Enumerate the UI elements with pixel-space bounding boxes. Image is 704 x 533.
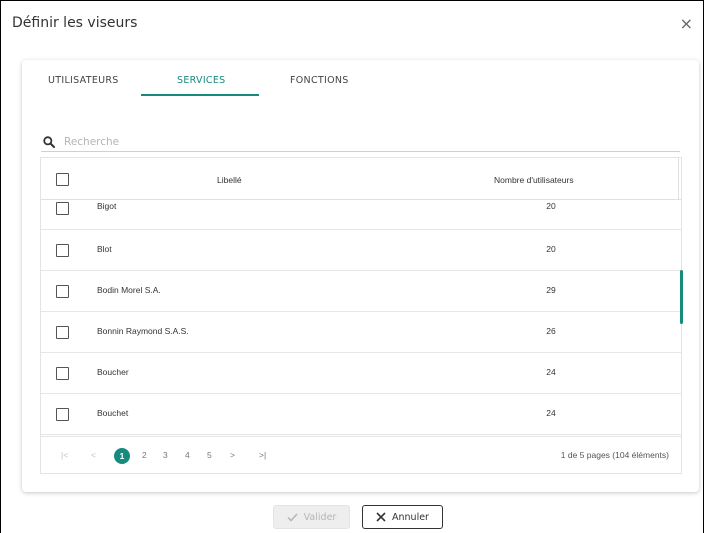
validate-label: Valider bbox=[303, 511, 337, 523]
check-icon bbox=[287, 512, 298, 522]
dialog-title: Définir les viseurs bbox=[12, 15, 138, 31]
row-label: Bodin Morel S.A. bbox=[97, 285, 161, 295]
next-page-button[interactable]: > bbox=[230, 450, 235, 460]
search-input[interactable] bbox=[64, 133, 664, 151]
row-checkbox[interactable] bbox=[56, 326, 69, 339]
row-checkbox[interactable] bbox=[56, 202, 69, 215]
row-count: 24 bbox=[546, 408, 556, 418]
grid-header: Libellé Nombre d'utilisateurs bbox=[41, 158, 681, 200]
row-count: 24 bbox=[546, 367, 556, 377]
row-count: 20 bbox=[546, 201, 556, 211]
column-header-nombre-utilisateurs[interactable]: Nombre d'utilisateurs bbox=[494, 175, 574, 185]
page-4-button[interactable]: 4 bbox=[185, 450, 190, 460]
last-page-button[interactable]: >| bbox=[259, 450, 266, 460]
row-label: Bonnin Raymond S.A.S. bbox=[97, 326, 189, 336]
row-checkbox[interactable] bbox=[56, 244, 69, 257]
close-icon[interactable]: × bbox=[680, 14, 693, 33]
row-label: Bouchet bbox=[97, 408, 129, 418]
active-tab-indicator bbox=[141, 94, 259, 96]
page-2-button[interactable]: 2 bbox=[142, 450, 147, 460]
tab-bar: UTILISATEURS SERVICES FONCTIONS bbox=[22, 60, 699, 96]
page-1-button[interactable]: 1 bbox=[114, 448, 130, 464]
column-header-libelle[interactable]: Libellé bbox=[217, 175, 242, 185]
tab-fonctions[interactable]: FONCTIONS bbox=[290, 75, 349, 86]
tab-services[interactable]: SERVICES bbox=[177, 75, 225, 86]
search-bar bbox=[41, 133, 680, 152]
previous-page-button[interactable]: < bbox=[91, 450, 96, 460]
pager-info: 1 de 5 pages (104 éléments) bbox=[560, 450, 669, 460]
row-label: Bigot bbox=[97, 201, 117, 211]
grid-scrollbar[interactable] bbox=[680, 270, 683, 324]
column-divider bbox=[678, 158, 679, 200]
grid-rows: Bigot 20 Blot 20 Bodin Morel S.A. 29 Bon… bbox=[41, 200, 681, 435]
table-row[interactable]: Bodin Morel S.A. 29 bbox=[41, 271, 681, 312]
row-count: 26 bbox=[546, 326, 556, 336]
dialog: Définir les viseurs × UTILISATEURS SERVI… bbox=[0, 0, 704, 533]
pager: |< < 1 2 3 4 5 > >| 1 de 5 pages (104 él… bbox=[41, 436, 681, 473]
select-all-checkbox[interactable] bbox=[56, 173, 69, 186]
first-page-button[interactable]: |< bbox=[61, 450, 68, 460]
table-row[interactable]: Bigot 20 bbox=[41, 200, 681, 230]
tab-utilisateurs[interactable]: UTILISATEURS bbox=[48, 75, 119, 86]
table-row[interactable]: Bonnin Raymond S.A.S. 26 bbox=[41, 312, 681, 353]
row-checkbox[interactable] bbox=[56, 408, 69, 421]
cancel-label: Annuler bbox=[392, 511, 429, 523]
row-count: 20 bbox=[546, 244, 556, 254]
row-checkbox[interactable] bbox=[56, 367, 69, 380]
services-grid: Libellé Nombre d'utilisateurs Bigot 20 B… bbox=[40, 157, 682, 474]
page-5-button[interactable]: 5 bbox=[207, 450, 212, 460]
table-row[interactable]: Boucher 24 bbox=[41, 353, 681, 394]
row-label: Blot bbox=[97, 244, 112, 254]
x-icon bbox=[376, 512, 386, 522]
search-icon bbox=[43, 136, 55, 148]
viewer-card: UTILISATEURS SERVICES FONCTIONS Libellé … bbox=[22, 60, 699, 492]
cancel-button[interactable]: Annuler bbox=[362, 505, 443, 529]
row-label: Boucher bbox=[97, 367, 129, 377]
table-row[interactable]: Bouchet 24 bbox=[41, 394, 681, 435]
row-checkbox[interactable] bbox=[56, 285, 69, 298]
page-3-button[interactable]: 3 bbox=[163, 450, 168, 460]
validate-button[interactable]: Valider bbox=[273, 505, 350, 529]
row-count: 29 bbox=[546, 285, 556, 295]
table-row[interactable]: Blot 20 bbox=[41, 230, 681, 271]
